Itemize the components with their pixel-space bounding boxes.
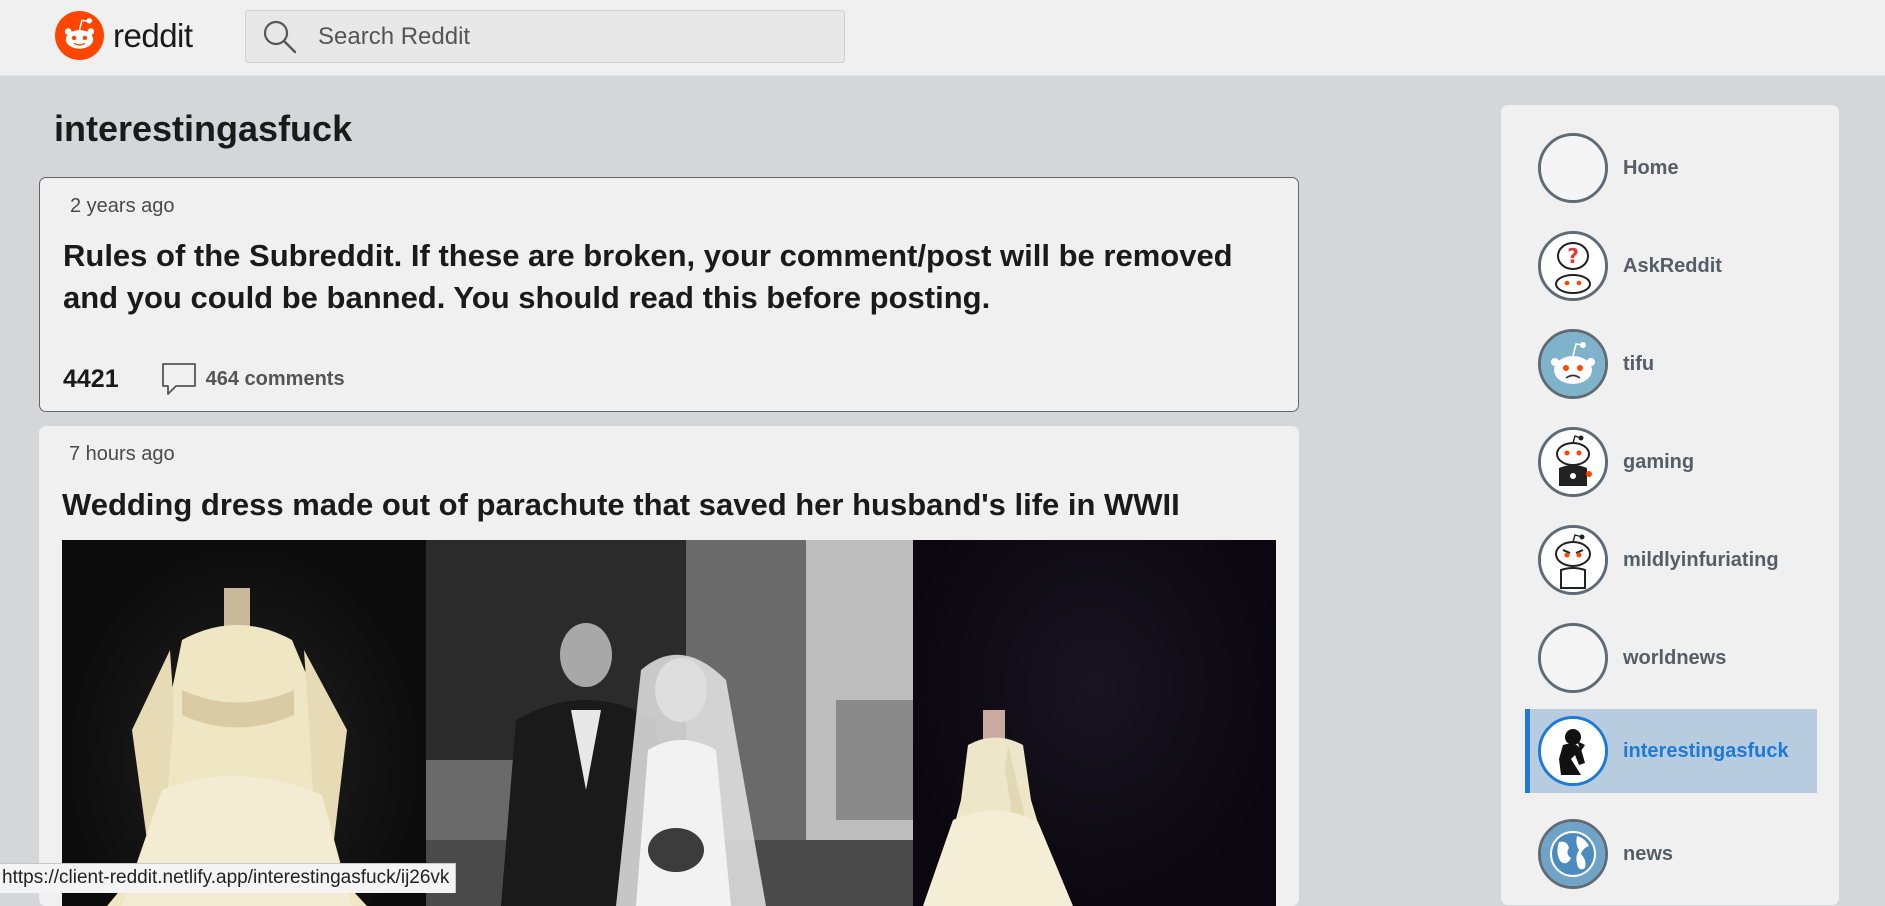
empty-circle-icon bbox=[1538, 133, 1608, 203]
sidebar-item-home[interactable]: Home bbox=[1525, 126, 1817, 210]
vote-count: 4421 bbox=[63, 364, 119, 393]
tifu-icon bbox=[1538, 329, 1608, 399]
search-input[interactable] bbox=[316, 21, 800, 52]
sidebar-item-label: news bbox=[1623, 842, 1674, 865]
sidebar-item-interestingasfuck[interactable]: interestingasfuck bbox=[1525, 709, 1817, 793]
logo-wordmark: reddit bbox=[113, 16, 193, 54]
sidebar-item-label: worldnews bbox=[1623, 646, 1727, 669]
gaming-icon bbox=[1538, 427, 1608, 497]
search-bar[interactable] bbox=[245, 10, 845, 63]
photo-dress-front bbox=[62, 540, 426, 906]
top-bar: reddit bbox=[0, 0, 1885, 76]
photo-wedding-couple bbox=[426, 540, 913, 906]
sidebar-item-tifu[interactable]: tifu bbox=[1525, 322, 1817, 406]
mildlyinfuriating-icon bbox=[1538, 525, 1608, 595]
globe-icon bbox=[1538, 819, 1608, 889]
sidebar-item-worldnews[interactable]: worldnews bbox=[1525, 616, 1817, 700]
sidebar-item-label: gaming bbox=[1623, 450, 1695, 473]
sidebar-item-label: interestingasfuck bbox=[1623, 739, 1789, 762]
sidebar-item-label: Home bbox=[1623, 156, 1679, 179]
askreddit-icon: ? bbox=[1538, 231, 1608, 301]
comment-icon bbox=[161, 363, 196, 395]
photo-dress-side bbox=[913, 540, 1276, 906]
link-status-bar: https://client-reddit.netlify.app/intere… bbox=[0, 863, 457, 893]
reddit-snoo-icon bbox=[55, 11, 104, 60]
empty-circle-icon bbox=[1538, 623, 1608, 693]
thinker-icon bbox=[1538, 716, 1608, 786]
sidebar-item-label: AskReddit bbox=[1623, 254, 1722, 277]
svg-text:?: ? bbox=[1567, 244, 1579, 268]
comments-label: 464 comments bbox=[205, 367, 345, 390]
comments-button[interactable]: 464 comments bbox=[161, 362, 345, 396]
post-card[interactable]: 7 hours ago Wedding dress made out of pa… bbox=[39, 426, 1299, 906]
post-card-pinned[interactable]: 2 years ago Rules of the Subreddit. If t… bbox=[39, 177, 1299, 412]
post-timestamp: 2 years ago bbox=[70, 195, 175, 217]
post-meta: 4421 464 comments bbox=[63, 362, 345, 396]
post-title[interactable]: Rules of the Subreddit. If these are bro… bbox=[63, 235, 1258, 319]
post-image[interactable] bbox=[62, 540, 1276, 906]
sidebar-item-gaming[interactable]: gaming bbox=[1525, 420, 1817, 504]
subreddit-sidebar: Home ? AskReddit tifu gaming mildlyinfur… bbox=[1501, 105, 1839, 905]
post-title[interactable]: Wedding dress made out of parachute that… bbox=[62, 484, 1259, 526]
reddit-logo[interactable]: reddit bbox=[55, 11, 193, 60]
sidebar-item-askreddit[interactable]: ? AskReddit bbox=[1525, 224, 1817, 308]
search-icon bbox=[263, 20, 297, 53]
subreddit-title: interestingasfuck bbox=[54, 108, 353, 149]
sidebar-item-label: mildlyinfuriating bbox=[1623, 548, 1779, 571]
sidebar-item-news[interactable]: news bbox=[1525, 812, 1817, 896]
post-timestamp: 7 hours ago bbox=[69, 443, 175, 465]
sidebar-item-mildlyinfuriating[interactable]: mildlyinfuriating bbox=[1525, 518, 1817, 602]
sidebar-item-label: tifu bbox=[1623, 352, 1655, 375]
